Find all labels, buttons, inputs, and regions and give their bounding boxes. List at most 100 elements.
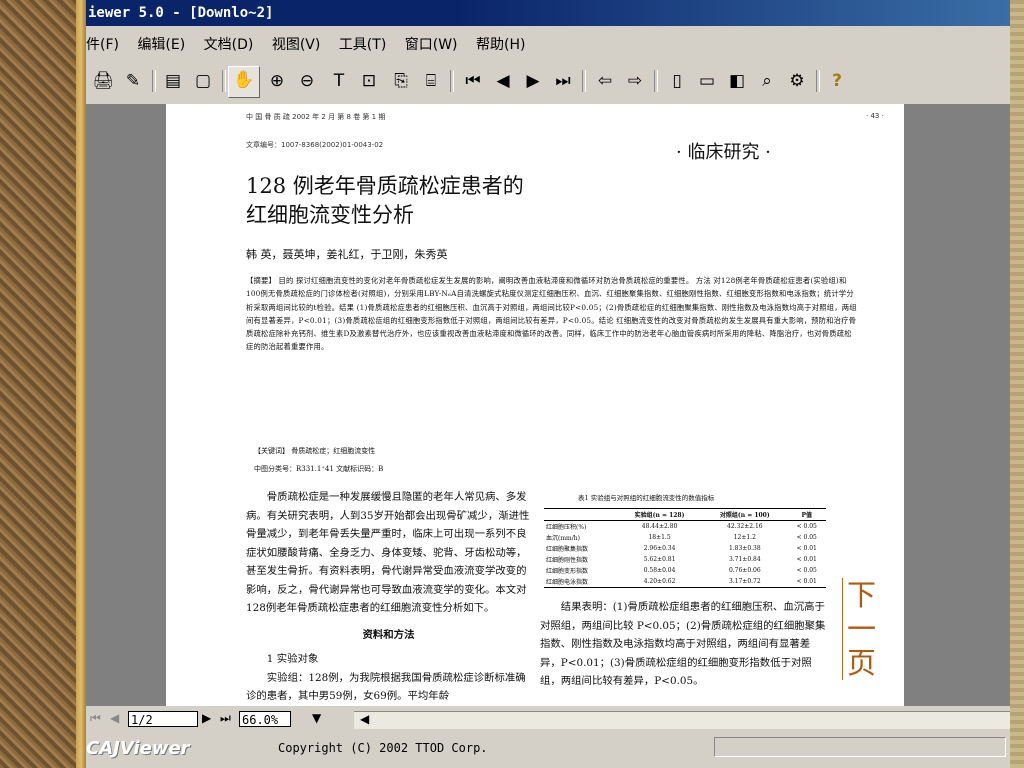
table-cell: < 0.05 bbox=[796, 567, 817, 574]
hand-tool-icon[interactable]: ✋ bbox=[228, 66, 260, 98]
next-page-nav-icon[interactable]: ▶ bbox=[202, 711, 211, 725]
table-row: 红细胞刚性指数 5.62±0.81 3.71±0.84 < 0.01 bbox=[544, 554, 826, 565]
title-line-1: 128 例老年骨质疏松症患者的 bbox=[246, 174, 524, 198]
section-label: · 临床研究 · bbox=[676, 142, 771, 163]
table-header bbox=[544, 509, 617, 521]
table-cell: 血沉(mm/h) bbox=[546, 535, 580, 542]
table-cell: 红细胞聚集指数 bbox=[546, 546, 589, 553]
table-cell: 0.58±0.04 bbox=[643, 567, 676, 574]
table-row: 红细胞变形指数 0.58±0.04 0.76±0.06 < 0.05 bbox=[544, 565, 826, 576]
table-cell: 3.17±0.72 bbox=[728, 578, 761, 585]
title-bar: iewer 5.0 - [Downlo~2] bbox=[86, 0, 1010, 26]
data-table: 实验组(n = 128) 对照组(n = 100) P值 红细胞压积(%) 48.… bbox=[544, 508, 826, 588]
back-icon[interactable]: ⇦ bbox=[592, 68, 618, 94]
authors: 韩 英，聂英坤，姜礼红，于卫刚，朱秀英 bbox=[246, 248, 448, 261]
table-row: 血沉(mm/h) 18±1.5 12±1.2 < 0.05 bbox=[544, 532, 826, 543]
toolbar-separator bbox=[450, 70, 454, 92]
table-row: 红细胞压积(%) 48.44±2.80 42.32±2.16 < 0.05 bbox=[544, 521, 826, 533]
table-cell: < 0.01 bbox=[796, 556, 817, 563]
single-page-icon[interactable]: ▯ bbox=[664, 68, 690, 94]
fullscreen-icon[interactable]: ▢ bbox=[190, 68, 216, 94]
table-cell: 3.71±0.84 bbox=[728, 556, 761, 563]
toolbar-separator bbox=[582, 70, 586, 92]
intro-paragraph: 骨质疏松症是一种发展缓慢且隐匿的老年人常见病、多发病。有关研究表明，人到35岁开… bbox=[246, 491, 530, 614]
decorative-right-border bbox=[1010, 0, 1024, 768]
document-page: 中 国 骨 质 疏 2002 年 2 月 第 8 卷 第 1 期 · 43 · … bbox=[166, 104, 904, 706]
next-page-link[interactable]: 下一页 bbox=[842, 578, 877, 680]
menu-tools[interactable]: 工具(T) bbox=[339, 30, 386, 60]
select-image-icon[interactable]: ⊡ bbox=[356, 68, 382, 94]
methods-paragraph: 实验组：128例，为我院根据我国骨质疏松症诊断标准确诊的患者，其中男59例，女6… bbox=[246, 671, 526, 703]
abstract: 【摘要】 目的 探讨红细胞流变性的变化对老年骨质疏松症发生发展的影响，阐明改善血… bbox=[246, 276, 857, 352]
toolbar-separator bbox=[654, 70, 658, 92]
menu-help[interactable]: 帮助(H) bbox=[476, 30, 525, 60]
table-row: 红细胞电泳指数 4.20±0.62 3.17±0.72 < 0.01 bbox=[544, 576, 826, 588]
table-cell: 42.32±2.16 bbox=[727, 523, 763, 530]
first-page-nav-icon[interactable]: ⏮ bbox=[90, 711, 101, 726]
bookmark-icon[interactable]: ✎ bbox=[120, 68, 146, 94]
body-left-column: 骨质疏松症是一种发展缓慢且隐匿的老年人常见病、多发病。有关研究表明，人到35岁开… bbox=[246, 488, 531, 706]
table-cell: 红细胞刚性指数 bbox=[546, 557, 589, 564]
find-icon[interactable]: ⌕ bbox=[754, 68, 780, 94]
table-cell: 48.44±2.80 bbox=[641, 523, 678, 530]
zoom-out-icon[interactable]: ⊖ bbox=[294, 68, 320, 94]
zoom-dropdown-icon[interactable]: ▼ bbox=[312, 711, 321, 725]
table-cell: 红细胞压积(%) bbox=[546, 524, 587, 531]
decorative-gold-bar bbox=[76, 0, 86, 768]
subheading: 1 实验对象 bbox=[266, 653, 319, 665]
keywords: 【关键词】 骨质疏松症；红细胞流变性 bbox=[254, 447, 376, 455]
table-cell: 红细胞电泳指数 bbox=[546, 579, 589, 586]
title-line-2: 红细胞流变性分析 bbox=[246, 203, 414, 227]
article-id: 文章编号：1007-8368(2002)01-0043-02 bbox=[246, 141, 384, 149]
help-icon[interactable]: ? bbox=[824, 68, 850, 94]
table-cell: < 0.01 bbox=[796, 545, 817, 552]
continuous-page-icon[interactable]: ▭ bbox=[694, 68, 720, 94]
toolbar: 🖨 ✎ ▤ ▢ ✋ ⊕ ⊖ T ⊡ ⎘ ⌸ ⏮ ◀ ▶ ⏭ ⇦ ⇨ ▯ ▭ ◧ … bbox=[86, 62, 1010, 102]
prev-page-nav-icon[interactable]: ◀ bbox=[110, 711, 119, 725]
thumbnail-icon[interactable]: ▤ bbox=[160, 68, 186, 94]
zoom-in-icon[interactable]: ⊕ bbox=[264, 68, 290, 94]
table-header: 对照组(n = 100) bbox=[719, 512, 770, 519]
select-text-icon[interactable]: T bbox=[326, 68, 352, 94]
table-cell: 2.96±0.34 bbox=[643, 545, 676, 552]
menu-file[interactable]: 件(F) bbox=[86, 30, 119, 60]
table-cell: 12±1.2 bbox=[733, 534, 756, 541]
page-number-input[interactable]: 1/2 bbox=[128, 711, 198, 727]
forward-icon[interactable]: ⇨ bbox=[622, 68, 648, 94]
settings-icon[interactable]: ⚙ bbox=[784, 68, 810, 94]
scroll-left-icon[interactable]: ◀ bbox=[360, 712, 369, 726]
table-cell: < 0.05 bbox=[796, 523, 817, 530]
table-cell: < 0.05 bbox=[796, 534, 817, 541]
next-page-icon[interactable]: ▶ bbox=[520, 68, 546, 94]
facing-page-icon[interactable]: ◧ bbox=[724, 68, 750, 94]
table-cell: 5.62±0.81 bbox=[643, 556, 676, 563]
menu-edit[interactable]: 编辑(E) bbox=[137, 30, 185, 60]
results-paragraph: 结果表明：(1)骨质疏松症组患者的红细胞压积、血沉高于对照组，两组间比较 P<0… bbox=[540, 601, 826, 687]
page-number: · 43 · bbox=[866, 112, 884, 120]
table-header-row: 实验组(n = 128) 对照组(n = 100) P值 bbox=[544, 508, 826, 521]
menu-window[interactable]: 窗口(W) bbox=[405, 30, 458, 60]
last-page-nav-icon[interactable]: ⏭ bbox=[220, 711, 231, 726]
menu-view[interactable]: 视图(V) bbox=[272, 30, 321, 60]
menu-bar: 件(F) 编辑(E) 文档(D) 视图(V) 工具(T) 窗口(W) 帮助(H) bbox=[86, 30, 1010, 60]
copy-icon[interactable]: ⎘ bbox=[388, 68, 414, 94]
table-header: P值 bbox=[801, 512, 812, 519]
previous-page-icon[interactable]: ◀ bbox=[490, 68, 516, 94]
last-page-icon[interactable]: ⏭ bbox=[550, 68, 576, 94]
toolbar-separator bbox=[222, 70, 226, 92]
table-cell: < 0.01 bbox=[796, 578, 817, 585]
zoom-level-select[interactable]: 66.0% bbox=[239, 711, 291, 727]
horizontal-scrollbar[interactable]: ◀ bbox=[354, 711, 1010, 729]
journal-header: 中 国 骨 质 疏 2002 年 2 月 第 8 卷 第 1 期 bbox=[246, 113, 386, 121]
menu-document[interactable]: 文档(D) bbox=[204, 30, 254, 60]
table-cell: 0.76±0.06 bbox=[728, 567, 761, 574]
navigation-bar: ⏮ ◀ 1/2 ▶ ⏭ 66.0% ▼ ◀ bbox=[86, 708, 1010, 732]
table-cell: 4.20±0.62 bbox=[643, 578, 676, 585]
classification: 中图分类号：R331.1⁺41 文献标识码：B bbox=[254, 465, 384, 473]
methods-heading: 资料和方法 bbox=[362, 628, 415, 641]
ocr-icon[interactable]: ⌸ bbox=[418, 68, 444, 94]
first-page-icon[interactable]: ⏮ bbox=[460, 68, 486, 94]
toolbar-separator bbox=[816, 70, 820, 92]
status-panel bbox=[714, 737, 1006, 757]
print-icon[interactable]: 🖨 bbox=[90, 68, 116, 94]
